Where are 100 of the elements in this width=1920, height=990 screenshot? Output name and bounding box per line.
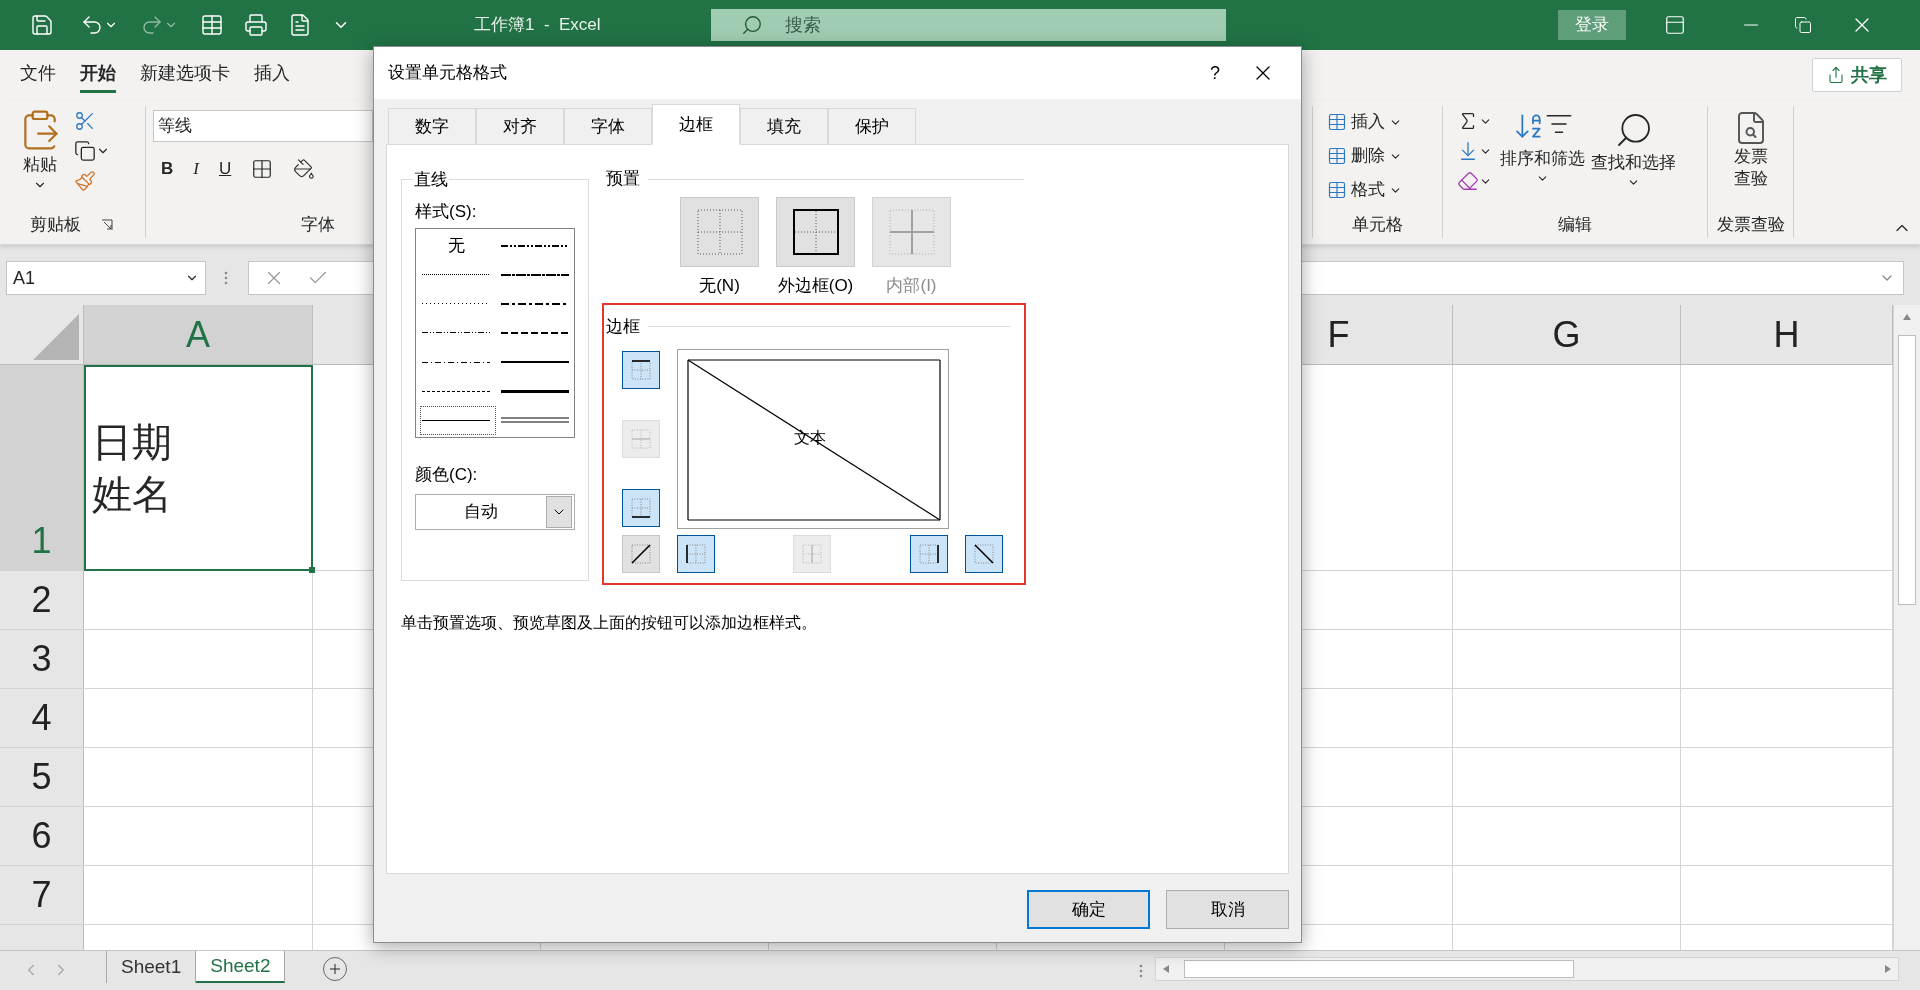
ok-button[interactable]: 确定 <box>1027 890 1150 929</box>
share-icon <box>1827 66 1845 84</box>
scroll-right-icon <box>1884 964 1893 974</box>
border-heading: 边框 <box>606 315 640 338</box>
dialog-tab[interactable]: 对齐 <box>476 108 564 145</box>
cells-command-button[interactable]: 删除 <box>1327 142 1442 170</box>
hint-text: 单击预置选项、预览草图及上面的按钮可以添加边框样式。 <box>401 612 818 633</box>
line-style-icon <box>501 243 569 248</box>
cells-command-button[interactable]: 格式 <box>1327 176 1442 204</box>
outline-border-icon <box>792 209 839 255</box>
splitter-icon[interactable] <box>1139 963 1144 979</box>
row-header[interactable]: 6 <box>0 807 84 865</box>
table-icon <box>1327 112 1347 132</box>
horizontal-scrollbar[interactable] <box>1155 957 1900 981</box>
border-grid-icon[interactable] <box>251 157 274 180</box>
row-header[interactable]: 1 <box>0 365 84 570</box>
table-icon <box>1327 180 1347 200</box>
format-toggle-button[interactable]: I <box>193 156 199 182</box>
invoice-check-button[interactable]: 发票 查验 <box>1708 110 1793 190</box>
group-label: 剪贴板 <box>30 214 81 237</box>
ribbon-tab[interactable]: 新建选项卡 <box>140 57 230 93</box>
search-input[interactable]: 搜索 <box>784 11 1085 39</box>
row-header[interactable]: 5 <box>0 748 84 806</box>
restore-icon[interactable] <box>1793 16 1812 34</box>
cells-command-button[interactable]: 插入 <box>1327 108 1442 136</box>
ribbon-display-icon[interactable] <box>1663 14 1686 36</box>
row-header[interactable]: 4 <box>0 689 84 747</box>
color-label: 颜色(C): <box>415 464 479 486</box>
row-header[interactable]: 7 <box>0 866 84 924</box>
column-header[interactable]: A <box>84 305 313 364</box>
copy-icon[interactable] <box>74 140 96 162</box>
line-style-option[interactable] <box>420 405 496 435</box>
line-style-icon <box>501 388 569 394</box>
printer-icon[interactable] <box>244 13 268 37</box>
dialog-tab[interactable]: 数字 <box>388 108 476 145</box>
select-all-icon[interactable] <box>33 314 79 360</box>
line-style-icon <box>501 330 569 335</box>
line-style-icon <box>422 273 490 277</box>
sort-filter-button[interactable]: 排序和筛选 <box>1500 110 1585 192</box>
dialog-tab[interactable]: 字体 <box>564 108 652 145</box>
group-label: 单元格 <box>1351 214 1404 236</box>
document-icon[interactable] <box>288 13 312 37</box>
ribbon-tab[interactable]: 文件 <box>20 57 56 93</box>
border-toggle-button[interactable] <box>622 488 660 527</box>
paint-bucket-icon[interactable] <box>293 157 316 180</box>
scroll-thumb[interactable] <box>1184 960 1575 978</box>
line-style-icon <box>501 360 569 365</box>
border-toggle-button[interactable] <box>965 534 1003 573</box>
double-line-icon <box>501 417 569 424</box>
find-select-button[interactable]: 查找和选择 <box>1591 110 1676 192</box>
line-style-option[interactable]: 无 <box>420 231 496 260</box>
border-toggle-button[interactable] <box>910 534 948 573</box>
dialog-tab[interactable]: 边框 <box>652 104 740 145</box>
preset-button[interactable] <box>776 197 855 267</box>
format-toggle-button[interactable]: U <box>218 156 232 182</box>
search-field[interactable]: 搜索 <box>710 9 1226 41</box>
scroll-left-icon <box>1162 964 1171 974</box>
help-button[interactable]: ? <box>1195 53 1235 93</box>
group-label: 字体 <box>301 214 336 236</box>
border-toggle-button[interactable] <box>622 534 660 573</box>
cell-text: 姓名 <box>92 471 173 518</box>
border-toggle-button[interactable] <box>677 534 715 573</box>
scroll-up-icon <box>1902 313 1912 321</box>
save-icon[interactable] <box>30 13 54 37</box>
share-button[interactable]: 共享 <box>1812 58 1902 92</box>
line-style-icon <box>501 301 569 306</box>
cell-text: 日期 <box>92 419 173 466</box>
ribbon-tab[interactable]: 插入 <box>254 57 290 93</box>
sheet-tab[interactable]: Sheet2 <box>196 951 286 983</box>
scissors-icon[interactable] <box>74 110 96 132</box>
paste-button[interactable]: 粘贴 <box>18 108 62 212</box>
dialog-tab[interactable]: 保护 <box>828 108 916 145</box>
dialog-tab[interactable]: 填充 <box>740 108 828 145</box>
row-header[interactable]: 2 <box>0 571 84 629</box>
search-icon <box>740 14 763 36</box>
scroll-thumb[interactable] <box>1898 335 1916 605</box>
form-icon[interactable] <box>200 13 224 37</box>
line-style-list[interactable]: 无 <box>415 228 575 438</box>
fill-handle[interactable] <box>309 567 315 573</box>
group-label: 发票查验 <box>1715 214 1786 236</box>
ribbon-tab[interactable]: 开始 <box>80 57 116 93</box>
border-line-icon <box>973 542 995 565</box>
active-cell[interactable]: 日期 姓名 <box>84 365 313 571</box>
border-preview[interactable]: 文本 <box>677 348 949 529</box>
name-box[interactable]: A1 <box>6 261 206 295</box>
line-style-icon <box>422 418 490 422</box>
paintbrush-icon[interactable] <box>74 170 96 192</box>
line-group-heading: 直线 <box>413 169 449 191</box>
column-header[interactable]: G <box>1453 305 1681 364</box>
splitter-icon[interactable] <box>224 270 228 286</box>
eraser-icon[interactable] <box>1457 170 1479 192</box>
row-header[interactable]: 3 <box>0 630 84 688</box>
window-title: 工作簿1 - Excel <box>474 14 601 37</box>
color-dropdown[interactable]: 自动 <box>415 493 575 530</box>
cancel-button[interactable]: 取消 <box>1166 890 1289 929</box>
font-name-field[interactable]: 等线 <box>153 110 373 142</box>
border-toggle-button[interactable] <box>622 350 660 389</box>
vertical-scrollbar[interactable] <box>1893 305 1920 950</box>
dialog-launcher-icon[interactable] <box>101 219 113 231</box>
format-toggle-button[interactable]: B <box>161 156 174 182</box>
